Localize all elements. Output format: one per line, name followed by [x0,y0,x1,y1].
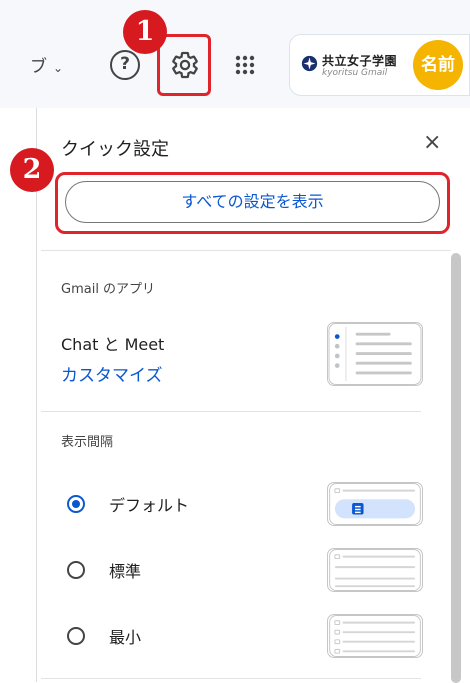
help-symbol: ? [120,54,130,74]
account-chip[interactable]: 共立女子学園 kyoritsu Gmail 名前 [289,34,470,96]
radio-button[interactable] [67,561,85,579]
close-icon[interactable]: × [423,130,441,155]
radio-button[interactable] [67,627,85,645]
density-option-label: 最小 [109,628,142,647]
chat-meet-preview-icon [327,322,423,386]
dropdown-label: ブ [30,57,47,77]
density-option-label: デフォルト [109,496,190,515]
settings-gear-icon[interactable] [170,50,200,80]
avatar[interactable]: 名前 [413,40,463,90]
step-2-badge: 2 [10,148,54,192]
see-all-settings-button[interactable]: すべての設定を表示 [65,181,440,223]
density-option-default[interactable]: デフォルト [61,482,441,526]
step-1-badge: 1 [123,10,167,54]
scrollbar[interactable] [451,253,461,683]
density-option-label: 標準 [109,562,142,581]
chevron-down-icon: ⌄ [53,61,64,75]
density-option-standard[interactable]: 標準 [61,548,441,592]
divider [41,678,421,679]
density-option-compact[interactable]: 最小 [61,614,441,658]
radio-button-checked[interactable] [67,495,85,513]
divider [41,411,421,412]
gmail-apps-section-label: Gmail のアプリ [61,282,156,297]
panel-title: クイック設定 [61,139,169,160]
top-bar: ブ ⌄ ? 共立女子学園 kyoritsu Gmail 名前 [0,0,470,108]
customize-link[interactable]: カスタマイズ [61,361,163,386]
divider [41,250,451,251]
apps-grid-icon[interactable] [233,53,257,77]
partial-dropdown[interactable]: ブ ⌄ [30,52,63,77]
school-name: 共立女子学園 [322,54,398,68]
density-section-label: 表示間隔 [61,435,114,450]
school-subtitle: kyoritsu Gmail [322,68,388,78]
density-compact-preview-icon [327,614,423,658]
quick-settings-panel: クイック設定 × すべての設定を表示 Gmail のアプリ Chat と Mee… [36,108,470,683]
chat-meet-label: Chat と Meet [61,335,165,354]
density-default-preview-icon [327,482,423,526]
school-logo-icon [301,55,318,72]
help-icon[interactable]: ? [110,50,140,80]
density-standard-preview-icon [327,548,423,592]
